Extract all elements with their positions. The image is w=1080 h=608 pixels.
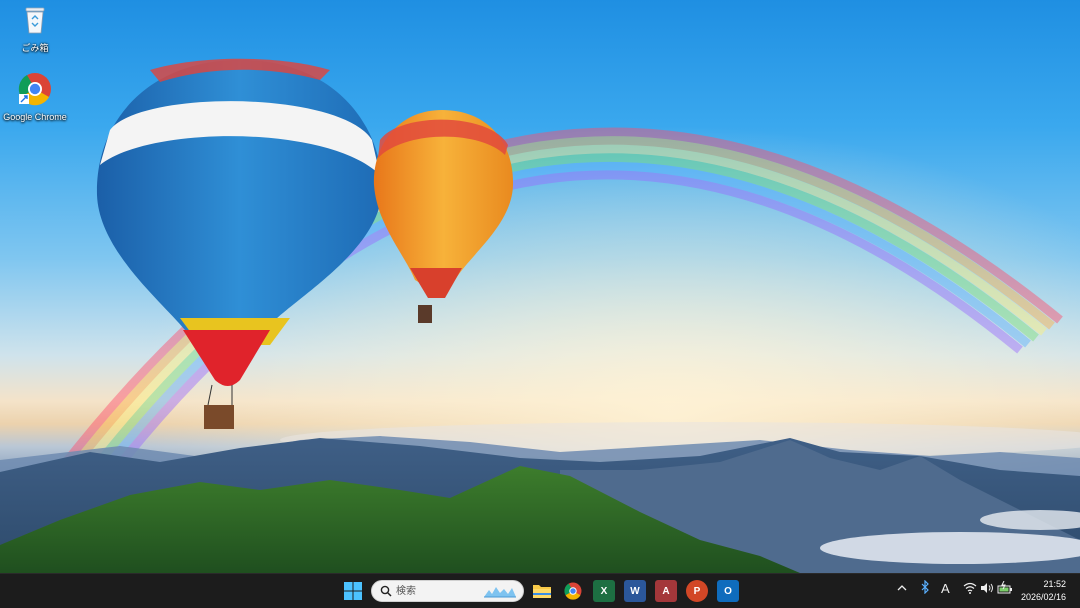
- tray-battery[interactable]: [997, 580, 1013, 598]
- search-highlight-icon: [484, 587, 516, 598]
- powerpoint-icon: P: [693, 585, 701, 597]
- word-icon: W: [630, 585, 640, 597]
- desktop-icon-label: ごみ箱: [21, 43, 49, 53]
- start-button[interactable]: [343, 581, 363, 601]
- desktop-icon-recycle-bin[interactable]: ごみ箱: [3, 5, 67, 54]
- taskbar-excel[interactable]: X: [593, 580, 615, 602]
- wifi-icon: [963, 582, 977, 594]
- taskbar-file-explorer[interactable]: [531, 580, 553, 602]
- access-icon: A: [662, 585, 670, 597]
- taskbar: X W A P O A: [0, 573, 1080, 608]
- speaker-icon: [981, 583, 993, 593]
- chrome-icon: [18, 73, 51, 106]
- clock-date: 2026/02/16: [1020, 592, 1066, 602]
- taskbar-word[interactable]: W: [624, 580, 646, 602]
- search-input[interactable]: [396, 583, 476, 599]
- taskbar-clock[interactable]: 21:52 2026/02/16: [1021, 578, 1066, 604]
- tray-bluetooth[interactable]: [920, 579, 930, 597]
- taskbar-outlook[interactable]: O: [717, 580, 739, 602]
- tray-network[interactable]: [963, 582, 977, 597]
- tray-volume[interactable]: [980, 582, 994, 597]
- file-explorer-icon: [533, 585, 551, 598]
- desktop-icon-label: Google Chrome: [3, 112, 67, 122]
- desktop-wallpaper: ごみ箱 Google Chrome: [0, 0, 1080, 573]
- wallpaper-scene: [0, 0, 1080, 573]
- search-icon: [380, 585, 392, 597]
- tray-overflow-button[interactable]: [897, 582, 907, 596]
- excel-icon: X: [600, 585, 608, 597]
- taskbar-chrome[interactable]: [562, 580, 584, 602]
- recycle-bin-icon: [25, 7, 45, 34]
- battery-charging-icon: [997, 580, 1012, 594]
- outlook-icon: O: [724, 585, 732, 597]
- taskbar-access[interactable]: A: [655, 580, 677, 602]
- tray-ime-indicator[interactable]: A: [941, 581, 950, 596]
- ime-mode-label: A: [941, 581, 950, 596]
- clock-time: 21:52: [1043, 579, 1066, 589]
- chrome-icon: [564, 582, 582, 600]
- windows-start-icon: [344, 582, 362, 600]
- desktop-icon-chrome[interactable]: Google Chrome: [3, 72, 67, 122]
- chevron-up-icon: [897, 585, 907, 591]
- taskbar-search-box[interactable]: [371, 580, 524, 602]
- taskbar-powerpoint[interactable]: P: [686, 580, 708, 602]
- bluetooth-icon: [921, 579, 929, 595]
